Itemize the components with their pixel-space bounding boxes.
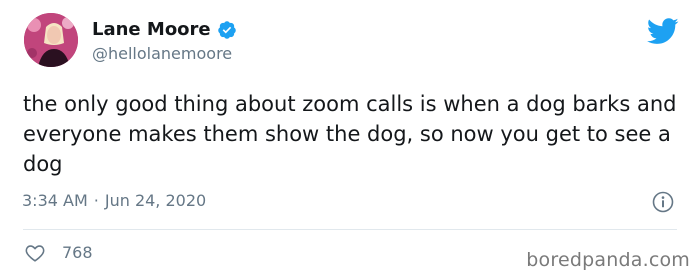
like-count: 768	[62, 243, 93, 262]
author-avatar[interactable]	[24, 13, 78, 67]
twitter-bird-icon[interactable]	[646, 18, 679, 45]
avatar-image	[24, 13, 78, 67]
info-icon[interactable]	[651, 190, 675, 214]
author-handle[interactable]: @hellolanemoore	[92, 43, 232, 65]
watermark: boredpanda.com	[526, 249, 690, 271]
timestamp-separator: ·	[93, 191, 99, 210]
author-name[interactable]: Lane Moore	[92, 16, 211, 44]
verified-badge-icon	[217, 20, 237, 40]
tweet-card: Lane Moore @hellolanemoore the only good…	[0, 0, 700, 280]
tweet-time[interactable]: 3:34 AM	[22, 189, 88, 213]
tweet-date[interactable]: Jun 24, 2020	[105, 189, 206, 213]
tweet-timestamp[interactable]: 3:34 AM · Jun 24, 2020	[22, 189, 206, 213]
like-button[interactable]: 768	[24, 241, 93, 265]
tweet-text: the only good thing about zoom calls is …	[23, 92, 677, 176]
heart-icon[interactable]	[24, 242, 46, 264]
divider	[23, 229, 677, 230]
author-name-row: Lane Moore	[92, 16, 237, 44]
